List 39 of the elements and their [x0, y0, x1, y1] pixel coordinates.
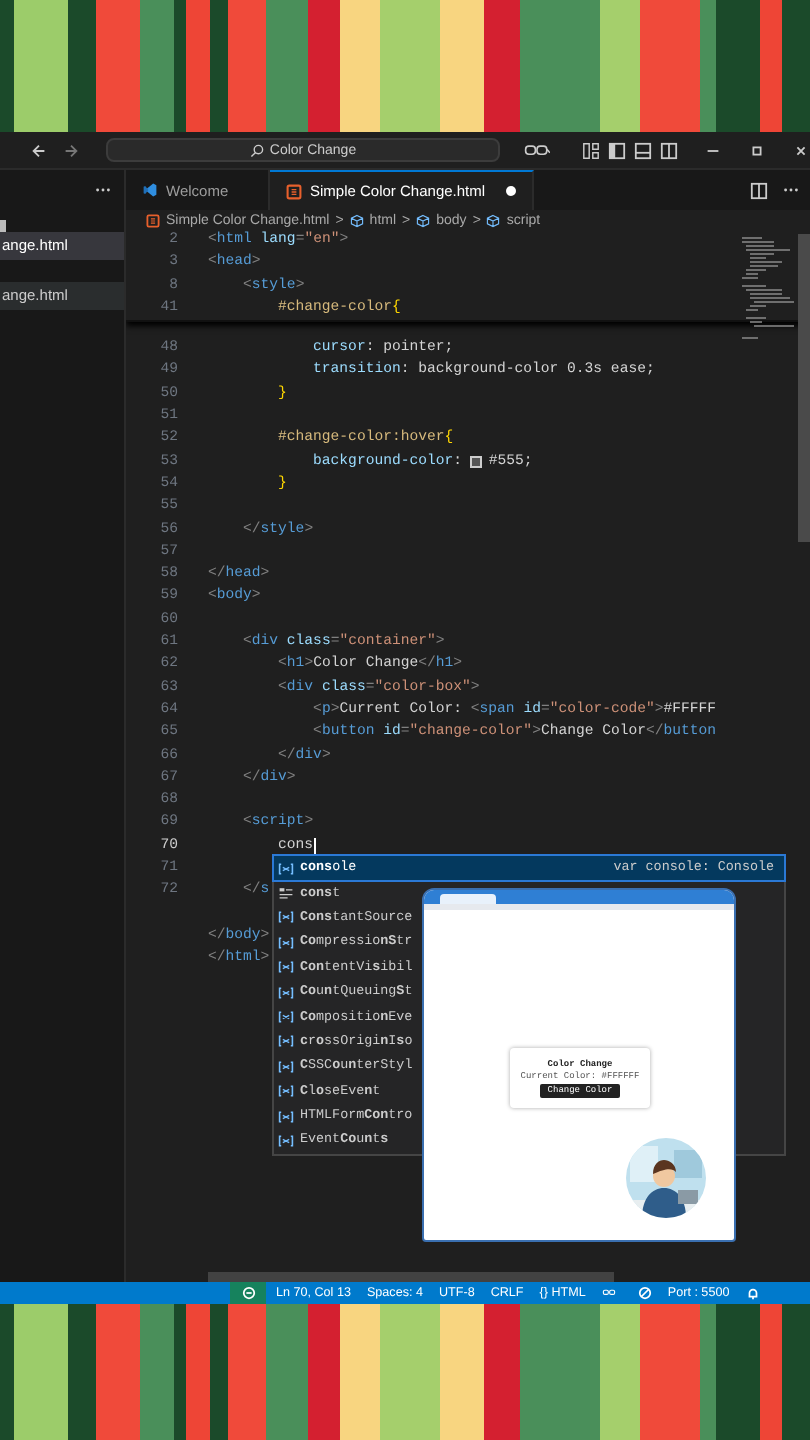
- variable-icon: [278, 1084, 294, 1099]
- variable-icon: [278, 985, 294, 1000]
- bell-icon[interactable]: [745, 1286, 760, 1300]
- variable-icon: [278, 861, 294, 876]
- variable-icon: [278, 1034, 294, 1049]
- html-file-icon: [146, 213, 160, 227]
- variable-icon: [278, 1059, 294, 1074]
- maximize-icon[interactable]: [748, 141, 766, 159]
- split-editor-icon[interactable]: [750, 181, 768, 199]
- text-cursor: [313, 837, 316, 856]
- split-layout-icon[interactable]: [660, 141, 678, 159]
- variable-icon: [278, 1109, 294, 1124]
- no-entry-icon: [637, 1286, 652, 1300]
- cube-icon: [416, 213, 431, 227]
- close-icon[interactable]: [792, 141, 810, 159]
- cube-icon: [349, 213, 364, 227]
- cube-icon: [486, 213, 501, 227]
- color-swatch-icon[interactable]: [470, 456, 483, 469]
- sidebar-toggle-icon[interactable]: [608, 141, 626, 159]
- vertical-scrollbar[interactable]: [798, 234, 810, 542]
- goggles-icon[interactable]: [524, 141, 550, 159]
- more-icon[interactable]: [782, 186, 800, 194]
- layout-icon[interactable]: [582, 141, 600, 159]
- more-icon[interactable]: [94, 186, 112, 194]
- variable-icon: [278, 1010, 294, 1025]
- search-icon: [249, 143, 264, 157]
- horizontal-scrollbar[interactable]: [208, 1272, 614, 1282]
- variable-icon: [278, 960, 294, 975]
- keyword-icon: [278, 886, 294, 901]
- variable-icon: [278, 1133, 294, 1148]
- code-editor-icon: [142, 182, 158, 198]
- unsaved-dot: [505, 186, 516, 196]
- variable-icon: [278, 935, 294, 950]
- back-arrow-icon[interactable]: [30, 141, 48, 159]
- forward-arrow-icon[interactable]: [62, 141, 80, 159]
- variable-icon: [278, 910, 294, 925]
- panel-toggle-icon[interactable]: [634, 141, 652, 159]
- html-file-icon: [286, 183, 302, 199]
- remote-icon[interactable]: [241, 1286, 255, 1300]
